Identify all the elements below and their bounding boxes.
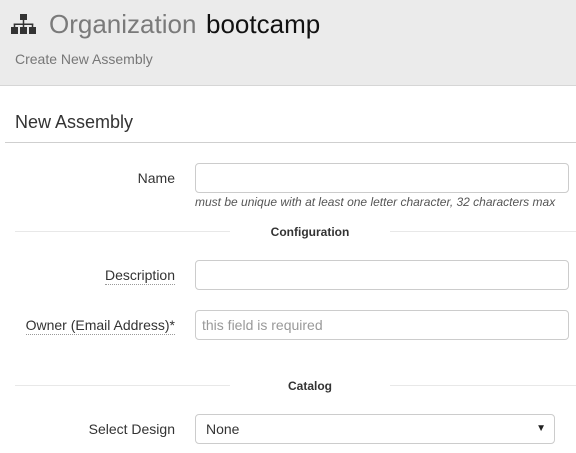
description-input[interactable]: [195, 260, 569, 290]
description-label: Description: [104, 267, 175, 285]
org-name: bootcamp: [206, 9, 321, 39]
form-title: New Assembly: [15, 112, 134, 132]
divider-line-right: [390, 385, 576, 386]
select-design-value: None: [206, 421, 240, 437]
name-label: Name: [137, 170, 175, 186]
divider-line-left: [15, 231, 230, 232]
select-design-label: Select Design: [88, 421, 175, 437]
configuration-heading: Configuration: [270, 225, 350, 239]
owner-email-input[interactable]: [195, 310, 569, 340]
name-input[interactable]: [195, 163, 569, 193]
catalog-heading: Catalog: [287, 379, 332, 393]
page-subtitle: Create New Assembly: [15, 51, 153, 67]
divider-line-left: [15, 385, 230, 386]
title-divider: [5, 142, 576, 143]
divider-line-right: [390, 231, 576, 232]
org-label: Organization: [49, 9, 197, 39]
caret-down-icon: ▼: [536, 423, 546, 434]
name-help-text: must be unique with at least one letter …: [195, 195, 556, 209]
owner-label: Owner (Email Address)*: [25, 317, 175, 335]
page-header: Organization bootcamp Create New Assembl…: [0, 0, 576, 86]
sitemap-icon: [11, 14, 36, 34]
select-design-dropdown[interactable]: None ▼: [195, 414, 555, 444]
